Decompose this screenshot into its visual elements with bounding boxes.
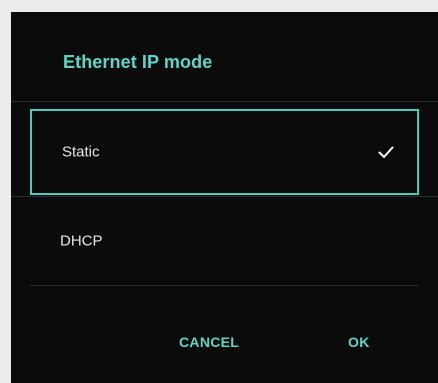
- dialog-title: Ethernet IP mode: [63, 52, 213, 72]
- option-dhcp[interactable]: DHCP: [30, 198, 419, 284]
- check-icon: [378, 146, 394, 158]
- title-divider: [11, 101, 438, 102]
- cancel-button[interactable]: CANCEL: [179, 334, 239, 350]
- option-dhcp-label: DHCP: [60, 232, 103, 250]
- ok-button[interactable]: OK: [348, 334, 370, 350]
- ethernet-ip-mode-dialog: Ethernet IP mode Static DHCP CANCEL OK: [11, 12, 438, 383]
- buttons-divider: [30, 285, 419, 286]
- option-static-label: Static: [62, 143, 100, 161]
- option-static[interactable]: Static: [30, 109, 419, 195]
- option-divider: [11, 196, 438, 197]
